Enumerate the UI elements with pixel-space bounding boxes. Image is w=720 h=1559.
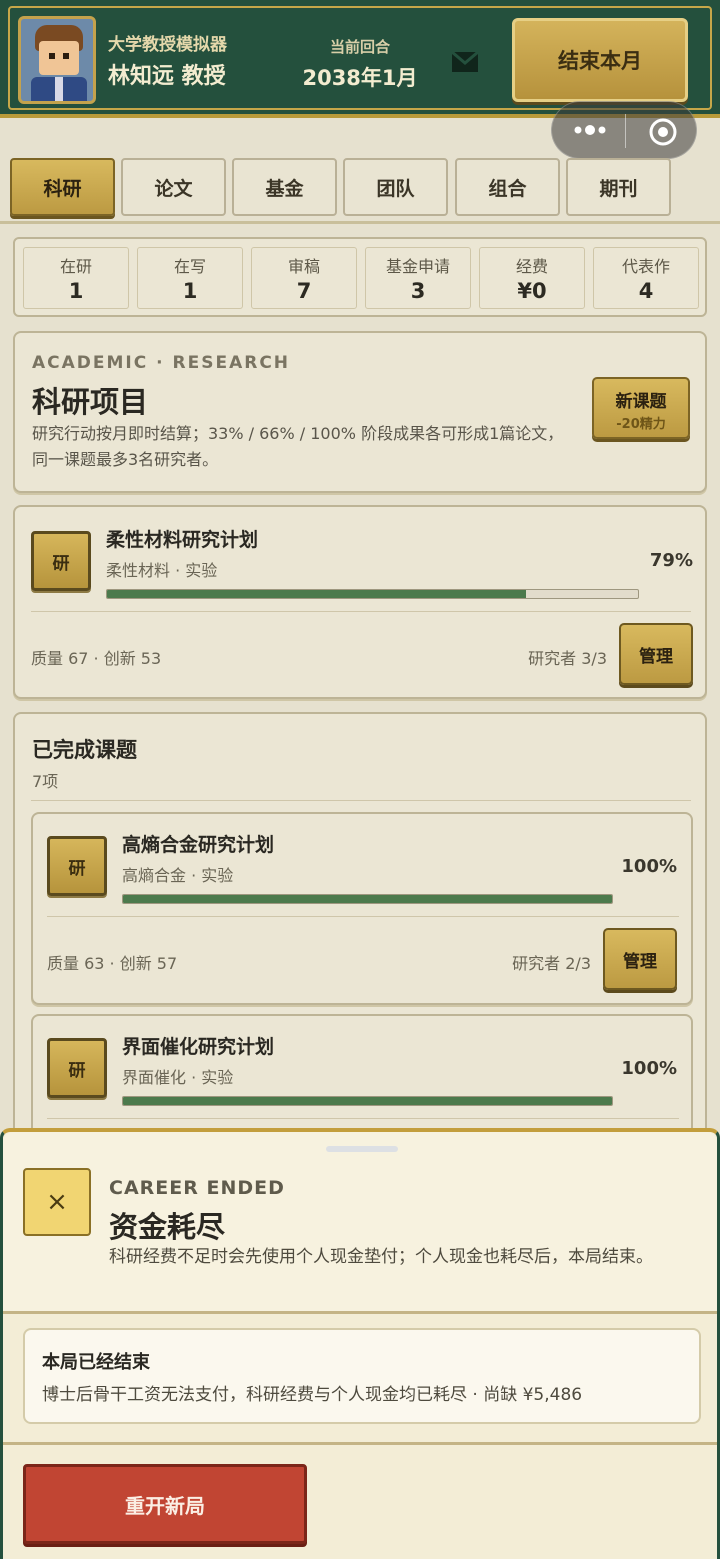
- divider: [3, 1442, 717, 1445]
- completed-section: 已完成课题 7项 研 高熵合金研究计划 高熵合金 · 实验 100% 质量 63…: [13, 712, 707, 1207]
- notice-title: 本局已经结束: [42, 1352, 150, 1373]
- notice-text: 博士后骨干工资无法支付，科研经费与个人现金均已耗尽 · 尚缺 ¥5,486: [42, 1385, 583, 1405]
- project-progress-bar: [122, 1096, 613, 1106]
- tab-team[interactable]: 团队: [343, 158, 448, 216]
- end-month-button[interactable]: 结束本月: [512, 18, 688, 102]
- project-researchers: 研究者 2/3: [512, 954, 591, 973]
- divider: [47, 1118, 679, 1119]
- project-title: 高熵合金研究计划: [122, 834, 275, 856]
- divider: [31, 611, 691, 612]
- stats-panel: 在研 1 在写 1 审稿 7 基金申请 3 经费 ¥0 代表作 4: [13, 237, 707, 317]
- tab-journals[interactable]: 期刊: [566, 158, 671, 216]
- tab-papers[interactable]: 论文: [121, 158, 226, 216]
- stat-reviewing: 审稿 7: [251, 247, 357, 309]
- career-ended-sheet: × CAREER ENDED 资金耗尽 科研经费不足时会先使用个人现金垫付；个人…: [0, 1128, 720, 1559]
- target-icon[interactable]: [648, 117, 678, 147]
- divider: [31, 800, 691, 801]
- project-progress-bar: [106, 589, 639, 599]
- project-percent: 100%: [621, 1058, 677, 1079]
- section-description: 研究行动按月即时结算；33% / 66% / 100% 阶段成果各可形成1篇论文…: [32, 424, 564, 469]
- avatar[interactable]: [18, 16, 96, 104]
- new-topic-button[interactable]: 新课题 -20精力: [592, 377, 690, 439]
- section-title: 科研项目: [32, 385, 149, 419]
- research-badge: 研: [47, 836, 107, 896]
- project-progress-bar: [122, 894, 613, 904]
- research-badge: 研: [31, 531, 91, 591]
- sheet-description: 科研经费不足时会先使用个人现金垫付；个人现金也耗尽后，本局结束。: [109, 1247, 653, 1267]
- game-over-notice: 本局已经结束 博士后骨干工资无法支付，科研经费与个人现金均已耗尽 · 尚缺 ¥5…: [23, 1328, 701, 1424]
- research-intro-card: ACADEMIC · RESEARCH 科研项目 研究行动按月即时结算；33% …: [13, 331, 707, 493]
- stat-grant-applications: 基金申请 3: [365, 247, 471, 309]
- stat-funds: 经费 ¥0: [479, 247, 585, 309]
- project-subtitle: 柔性材料 · 实验: [106, 561, 218, 580]
- completed-title: 已完成课题: [32, 738, 137, 762]
- project-researchers: 研究者 3/3: [528, 649, 607, 668]
- project-progress-fill: [107, 590, 527, 598]
- game-name: 大学教授模拟器: [108, 35, 227, 55]
- project-card: 研 柔性材料研究计划 柔性材料 · 实验 79% 质量 67 · 创新 53 研…: [13, 505, 707, 699]
- section-eyebrow: ACADEMIC · RESEARCH: [32, 353, 291, 373]
- restart-button[interactable]: 重开新局: [23, 1464, 307, 1544]
- new-topic-label: 新课题: [615, 392, 667, 412]
- round-label: 当前回合: [329, 38, 390, 56]
- manage-button[interactable]: 管理: [603, 928, 677, 990]
- round-value: 2038年1月: [302, 66, 418, 90]
- stat-representative-works: 代表作 4: [593, 247, 699, 309]
- project-percent: 100%: [621, 856, 677, 877]
- project-meta: 质量 67 · 创新 53: [31, 649, 162, 668]
- stat-ongoing: 在研 1: [23, 247, 129, 309]
- project-title: 界面催化研究计划: [122, 1036, 275, 1058]
- project-title: 柔性材料研究计划: [106, 529, 259, 551]
- research-badge: 研: [47, 1038, 107, 1098]
- player-name: 林知远 教授: [108, 64, 226, 89]
- divider: [47, 916, 679, 917]
- completed-project-card: 研 高熵合金研究计划 高熵合金 · 实验 100% 质量 63 · 创新 57 …: [31, 812, 693, 1005]
- new-topic-cost: -20精力: [616, 417, 666, 432]
- sheet-grabber[interactable]: [326, 1146, 398, 1152]
- tab-funding[interactable]: 基金: [232, 158, 337, 216]
- tab-bar: 科研 论文 基金 团队 组合 期刊: [0, 148, 720, 224]
- sheet-header: × CAREER ENDED 资金耗尽 科研经费不足时会先使用个人现金垫付；个人…: [3, 1132, 717, 1314]
- project-meta: 质量 63 · 创新 57: [47, 954, 178, 973]
- capsule-divider: [625, 114, 626, 148]
- more-icon[interactable]: [570, 120, 610, 140]
- manage-button[interactable]: 管理: [619, 623, 693, 685]
- project-subtitle: 界面催化 · 实验: [122, 1068, 234, 1087]
- stat-writing: 在写 1: [137, 247, 243, 309]
- mail-icon[interactable]: [452, 52, 478, 72]
- project-percent: 79%: [649, 550, 693, 571]
- project-progress-fill: [123, 1097, 612, 1105]
- sheet-title: 资金耗尽: [109, 1210, 226, 1244]
- completed-count: 7项: [32, 772, 59, 791]
- sheet-eyebrow: CAREER ENDED: [109, 1177, 285, 1199]
- tab-portfolio[interactable]: 组合: [455, 158, 560, 216]
- project-subtitle: 高熵合金 · 实验: [122, 866, 234, 885]
- project-progress-fill: [123, 895, 612, 903]
- tab-research[interactable]: 科研: [10, 158, 115, 216]
- close-icon[interactable]: ×: [23, 1168, 91, 1236]
